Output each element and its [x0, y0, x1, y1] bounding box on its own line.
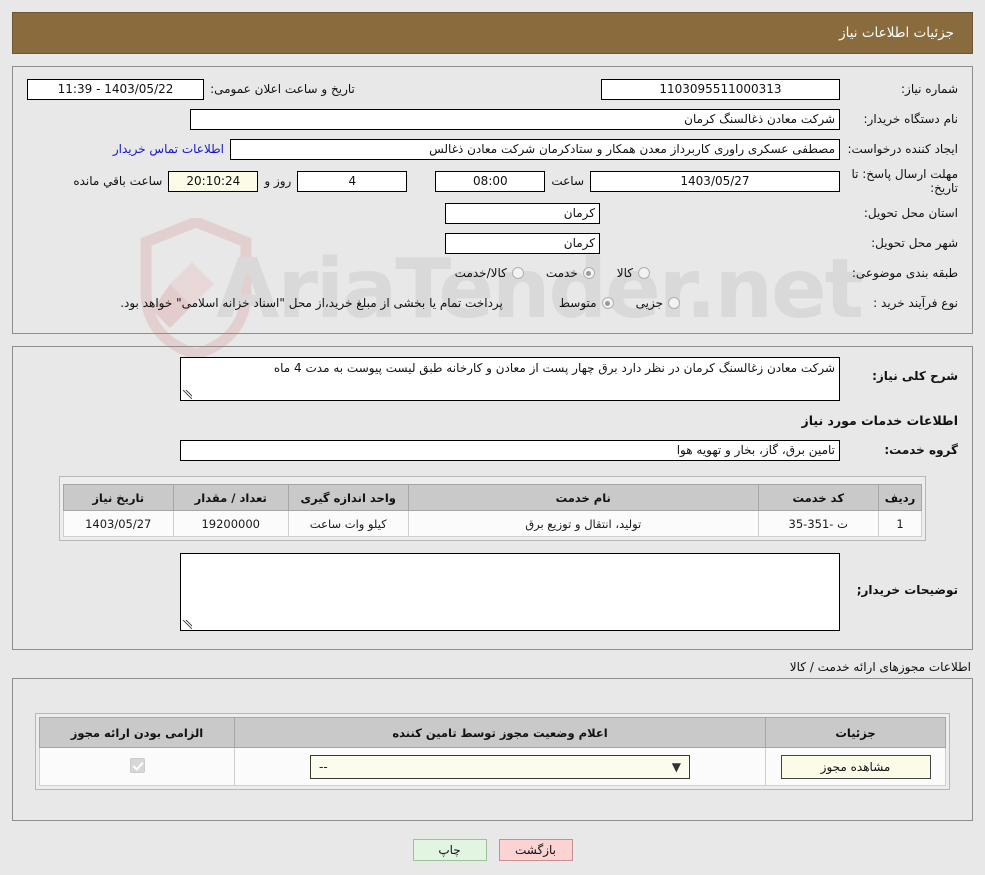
- col-service-code: کد خدمت: [757, 484, 879, 511]
- days-label: روز و: [264, 174, 292, 188]
- deadline-row: مهلت ارسال پاسخ: تا تاریخ: 1403/05/27 سا…: [27, 167, 958, 195]
- province-row: استان محل تحویل: کرمان: [27, 201, 958, 225]
- process-note: پرداخت تمام یا بخشی از مبلغ خرید،از محل …: [120, 296, 503, 310]
- category-option-kala-khedmat[interactable]: کالا/خدمت: [455, 266, 524, 280]
- process-type-label: نوع فرآیند خرید :: [873, 296, 958, 310]
- cell-service-name: تولید، انتقال و توزیع برق: [407, 510, 759, 537]
- print-button[interactable]: چاپ: [412, 839, 487, 861]
- need-number-row: شماره نیاز: 1103095511000313 تاریخ و ساع…: [27, 77, 958, 101]
- process-option-label: جزیی: [635, 296, 663, 310]
- col-need-date: تاریخ نیاز: [62, 484, 174, 511]
- process-option-label: متوسط: [558, 296, 597, 310]
- deadline-time-input[interactable]: 08:00: [435, 170, 546, 192]
- requester-row: ایجاد کننده درخواست: مصطفی عسکری راوری ک…: [27, 137, 958, 161]
- col-row-no: ردیف: [877, 484, 923, 511]
- col-permit-required: الزامی بودن ارائه مجوز: [39, 717, 235, 748]
- page-header: جزئیات اطلاعات نیاز: [12, 12, 973, 54]
- permits-panel: جزئیات اعلام وضعیت مجوز توسط تامین کننده…: [12, 678, 973, 821]
- city-row: شهر محل تحویل: کرمان: [27, 231, 958, 255]
- radio-icon-selected: [582, 267, 595, 279]
- description-textarea[interactable]: شرکت معادن زغالسنگ کرمان در نظر دارد برق…: [180, 357, 840, 401]
- page-root: AriaTender.net جزئیات اطلاعات نیاز شماره…: [0, 0, 985, 875]
- requester-input[interactable]: مصطفی عسکری راوری کاربرداز معدن همکار و …: [230, 138, 840, 160]
- col-quantity: تعداد / مقدار: [172, 484, 289, 511]
- buyer-notes-textarea[interactable]: [180, 553, 840, 631]
- col-unit: واحد اندازه گیری: [287, 484, 409, 511]
- category-label: طبقه بندی موضوعی:: [851, 266, 958, 280]
- col-permit-details: جزئیات: [765, 717, 946, 748]
- cell-permit-details: مشاهده مجوز: [765, 747, 946, 786]
- radio-icon: [511, 267, 524, 279]
- description-row: شرح کلی نیاز: شرکت معادن زغالسنگ کرمان د…: [27, 357, 958, 401]
- days-remaining-input[interactable]: 4: [297, 170, 408, 192]
- hour-label: ساعت: [551, 174, 584, 188]
- need-number-label: شماره نیاز:: [901, 82, 958, 96]
- requester-label: ایجاد کننده درخواست:: [847, 142, 958, 156]
- service-group-label: گروه خدمت:: [884, 443, 958, 457]
- need-number-input[interactable]: 1103095511000313: [600, 78, 840, 100]
- permit-required-checkbox: [129, 757, 145, 773]
- services-table-wrapper: ردیف کد خدمت نام خدمت واحد اندازه گیری ت…: [27, 476, 958, 541]
- category-option-label: خدمت: [545, 266, 578, 280]
- category-option-label: کالا/خدمت: [454, 266, 507, 280]
- deadline-label: مهلت ارسال پاسخ: تا تاریخ:: [851, 167, 958, 195]
- col-permit-status: اعلام وضعیت مجوز توسط تامین کننده: [234, 717, 766, 748]
- services-section-title: اطلاعات خدمات مورد نیاز: [801, 413, 959, 428]
- services-table: ردیف کد خدمت نام خدمت واحد اندازه گیری ت…: [62, 484, 923, 537]
- category-option-label: کالا: [616, 266, 633, 280]
- buyer-notes-label: توضیحات خریدار;: [856, 583, 958, 597]
- view-permit-button[interactable]: مشاهده مجوز: [780, 754, 931, 779]
- permit-status-value: --: [319, 759, 328, 774]
- buyer-org-input[interactable]: شرکت معادن ذغالسنگ کرمان: [190, 108, 840, 130]
- province-label: استان محل تحویل:: [863, 206, 958, 220]
- process-type-row: نوع فرآیند خرید : جزیی متوسط پرداخت تمام…: [27, 291, 958, 315]
- chevron-down-icon: ▼: [671, 759, 681, 774]
- table-row: 1 ت -351-35 تولید، انتقال و توزیع برق کی…: [62, 510, 923, 537]
- table-header-row: ردیف کد خدمت نام خدمت واحد اندازه گیری ت…: [62, 484, 923, 511]
- col-service-name: نام خدمت: [407, 484, 759, 511]
- public-announce-label: تاریخ و ساعت اعلان عمومی:: [210, 82, 355, 96]
- category-radio-group: کالا خدمت کالا/خدمت: [433, 266, 650, 280]
- radio-icon: [668, 297, 680, 309]
- category-row: طبقه بندی موضوعی: کالا خدمت کالا/خدمت: [27, 261, 958, 285]
- buyer-org-row: نام دستگاه خریدار: شرکت معادن ذغالسنگ کر…: [27, 107, 958, 131]
- cell-unit: کیلو وات ساعت: [287, 510, 409, 537]
- radio-icon-selected: [601, 297, 614, 309]
- page-title: جزئیات اطلاعات نیاز: [839, 25, 954, 41]
- countdown-timer: 20:10:24: [168, 170, 259, 192]
- permits-caption: اطلاعات مجوزهای ارائه خدمت / کالا: [789, 660, 971, 674]
- cell-service-code: ت -351-35: [757, 510, 879, 537]
- buyer-notes-row: توضیحات خریدار;: [27, 553, 958, 631]
- services-panel: شرح کلی نیاز: شرکت معادن زغالسنگ کرمان د…: [12, 346, 973, 650]
- need-info-panel: شماره نیاز: 1103095511000313 تاریخ و ساع…: [12, 66, 973, 334]
- permit-status-select[interactable]: ▼ --: [310, 754, 690, 779]
- footer-actions: بازگشت چاپ: [0, 839, 985, 861]
- service-group-row: گروه خدمت: تامین برق، گاز، بخار و تهویه …: [27, 438, 958, 462]
- remaining-hours-label: ساعت باقي مانده: [73, 174, 163, 188]
- city-label: شهر محل تحویل:: [871, 236, 958, 250]
- description-label: شرح کلی نیاز:: [872, 369, 958, 383]
- service-group-input[interactable]: تامین برق، گاز، بخار و تهویه هوا: [180, 439, 840, 461]
- category-option-kala[interactable]: کالا: [617, 266, 650, 280]
- cell-quantity: 19200000: [172, 510, 289, 537]
- radio-icon: [638, 267, 650, 279]
- permits-header-row: جزئیات اعلام وضعیت مجوز توسط تامین کننده…: [39, 717, 946, 748]
- back-button[interactable]: بازگشت: [498, 839, 573, 861]
- province-input[interactable]: کرمان: [445, 202, 600, 224]
- cell-permit-status: ▼ --: [234, 747, 766, 786]
- process-option-motevaset[interactable]: متوسط: [559, 296, 614, 310]
- deadline-date-input[interactable]: 1403/05/27: [590, 170, 840, 192]
- buyer-org-label: نام دستگاه خریدار:: [863, 112, 959, 126]
- cell-need-date: 1403/05/27: [62, 510, 174, 537]
- city-input[interactable]: کرمان: [445, 232, 600, 254]
- process-radio-group: جزیی متوسط: [537, 296, 680, 310]
- public-announce-input[interactable]: 1403/05/22 - 11:39: [27, 78, 205, 100]
- cell-row-no: 1: [877, 510, 923, 537]
- permits-table: جزئیات اعلام وضعیت مجوز توسط تامین کننده…: [39, 717, 946, 786]
- cell-permit-required: [39, 747, 235, 786]
- permits-row: مشاهده مجوز ▼ --: [39, 747, 946, 786]
- category-option-khedmat[interactable]: خدمت: [546, 266, 595, 280]
- process-option-jozi[interactable]: جزیی: [636, 296, 680, 310]
- buyer-contact-link[interactable]: اطلاعات تماس خریدار: [107, 142, 230, 156]
